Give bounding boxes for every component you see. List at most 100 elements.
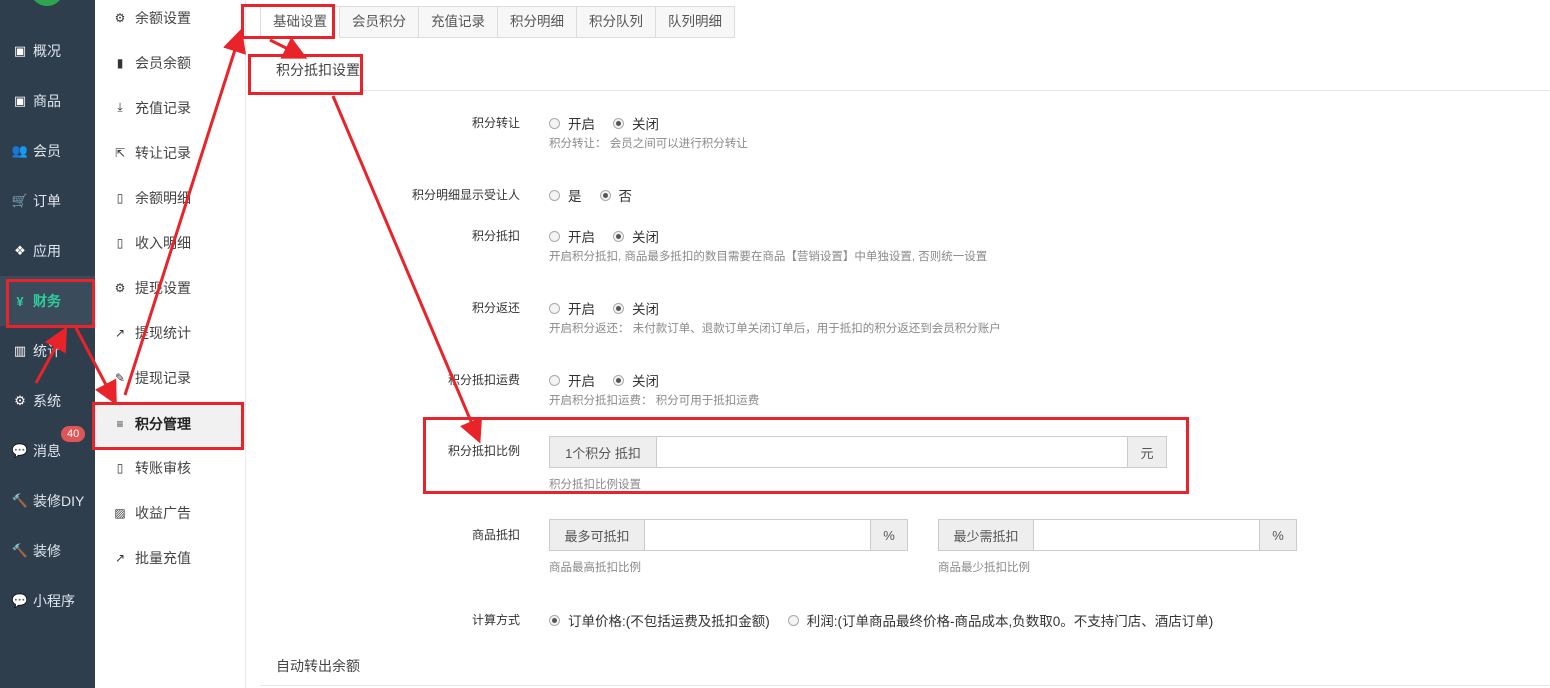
deduct-off-option[interactable]: 关闭 bbox=[613, 226, 659, 246]
nav-item-diy[interactable]: 🔨 装修DIY bbox=[0, 476, 95, 526]
radio-button[interactable] bbox=[549, 117, 560, 129]
show-receiver-radio-group: 是 否 bbox=[549, 185, 650, 205]
ratio-label: 积分抵扣比例 bbox=[447, 444, 520, 458]
cubes-icon: ❖ bbox=[14, 243, 26, 258]
sub-item-withdraw-stats[interactable]: ↗ 提现统计 bbox=[95, 310, 245, 355]
main-nav: ▣ 概况 ▣ 商品 👥 会员 🛒 订单 ❖ 应用 ¥ 财务 ▥ 统计 ⚙ 系统 💬 消息 🔨 装修D… bbox=[0, 0, 95, 688]
radio-button[interactable] bbox=[549, 614, 560, 626]
next-section-title: 自动转出余额 bbox=[276, 658, 360, 674]
message-count-badge: 40 bbox=[61, 426, 86, 442]
sub-item-income-details[interactable]: ▯ 收入明细 bbox=[95, 220, 245, 265]
sub-item-transfer-records[interactable]: ⇱ 转让记录 bbox=[95, 130, 245, 175]
show-receiver-no-option[interactable]: 否 bbox=[599, 185, 632, 205]
radio-button[interactable] bbox=[613, 302, 624, 314]
cart-icon: 🛒 bbox=[11, 193, 29, 208]
sub-item-recharge-records[interactable]: ⤓ 充值记录 bbox=[95, 85, 245, 130]
tab-bar: 基础设置 会员积分 充值记录 积分明细 积分队列 队列明细 bbox=[260, 6, 735, 38]
transfer-on-option[interactable]: 开启 bbox=[549, 113, 595, 133]
nav-item-goods[interactable]: ▣ 商品 bbox=[0, 76, 95, 126]
sub-item-withdraw-settings[interactable]: ⚙ 提现设置 bbox=[95, 265, 245, 310]
wechat-icon: 💬 bbox=[11, 593, 29, 608]
sub-item-member-balance[interactable]: ▮ 会员余额 bbox=[95, 40, 245, 85]
sub-item-revenue-ads[interactable]: ▨ 收益广告 bbox=[95, 490, 245, 535]
sub-item-balance-details[interactable]: ▯ 余额明细 bbox=[95, 175, 245, 220]
min-deduct-input-group: 最少需抵扣 % bbox=[938, 519, 1297, 551]
radio-button[interactable] bbox=[613, 117, 624, 129]
tab-basic-settings[interactable]: 基础设置 bbox=[260, 6, 340, 38]
sub-item-withdraw-records[interactable]: ✎ 提现记录 bbox=[95, 355, 245, 400]
section-title: 积分抵扣设置 bbox=[276, 62, 360, 78]
max-deduct-input[interactable] bbox=[644, 520, 871, 550]
file-icon: ▯ bbox=[116, 235, 124, 250]
transfer-label: 积分转让 bbox=[471, 116, 520, 130]
radio-button[interactable] bbox=[599, 189, 611, 201]
deduct-on-option[interactable]: 开启 bbox=[549, 226, 595, 246]
transfer-off-option[interactable]: 关闭 bbox=[613, 113, 659, 133]
gavel-icon: 🔨 bbox=[11, 543, 29, 558]
nav-item-system[interactable]: ⚙ 系统 bbox=[0, 376, 95, 426]
radio-button[interactable] bbox=[549, 230, 560, 242]
radio-button[interactable] bbox=[787, 614, 799, 626]
nav-item-finance[interactable]: ¥ 财务 bbox=[0, 276, 95, 326]
section-divider bbox=[260, 90, 1550, 91]
radio-button[interactable] bbox=[613, 230, 624, 242]
show-receiver-label: 积分明细显示受让人 bbox=[411, 188, 520, 202]
logo-icon bbox=[30, 0, 64, 6]
nav-item-members[interactable]: 👥 会员 bbox=[0, 126, 95, 176]
refund-off-option[interactable]: 关闭 bbox=[613, 298, 659, 318]
ratio-input-group: 1个积分 抵扣 元 bbox=[549, 436, 1167, 468]
users-icon: 👥 bbox=[11, 143, 29, 158]
radio-button[interactable] bbox=[549, 189, 560, 201]
nav-item-stats[interactable]: ▥ 统计 bbox=[0, 326, 95, 376]
line-chart-icon: ↗ bbox=[114, 550, 126, 565]
max-deduct-suffix: % bbox=[871, 520, 907, 550]
calc-radio-group: 订单价格:(不包括运费及抵扣金额) 利润:(订单商品最终价格-商品成本,负数取0… bbox=[549, 610, 1231, 630]
nav-item-overview[interactable]: ▣ 概况 bbox=[0, 26, 95, 76]
sub-item-bulk-recharge[interactable]: ↗ 批量充值 bbox=[95, 535, 245, 580]
goods-deduct-label: 商品抵扣 bbox=[471, 528, 520, 542]
ratio-suffix: 元 bbox=[1128, 437, 1166, 467]
calc-order-price-option[interactable]: 订单价格:(不包括运费及抵扣金额) bbox=[549, 610, 770, 630]
archive-icon: ▣ bbox=[13, 93, 27, 108]
tab-points-details[interactable]: 积分明细 bbox=[498, 6, 577, 38]
shipping-on-option[interactable]: 开启 bbox=[549, 370, 595, 390]
min-deduct-input[interactable] bbox=[1033, 520, 1260, 550]
tab-recharge-records[interactable]: 充值记录 bbox=[419, 6, 498, 38]
transfer-radio-group: 开启 关闭 bbox=[549, 113, 677, 133]
ratio-input[interactable] bbox=[656, 437, 1128, 467]
calc-profit-option[interactable]: 利润:(订单商品最终价格-商品成本,负数取0。不支持门店、酒店订单) bbox=[787, 610, 1213, 630]
gear-icon: ⚙ bbox=[114, 280, 126, 295]
gears-icon: ⚙ bbox=[14, 393, 26, 408]
sub-item-balance-settings[interactable]: ⚙ 余额设置 bbox=[95, 0, 245, 40]
gear-icon: ⚙ bbox=[114, 10, 126, 25]
shipping-off-option[interactable]: 关闭 bbox=[613, 370, 659, 390]
database-icon: ≡ bbox=[116, 416, 124, 431]
calc-label: 计算方式 bbox=[471, 613, 520, 627]
tab-points-queue[interactable]: 积分队列 bbox=[577, 6, 656, 38]
sub-item-transfer-review[interactable]: ▯ 转账审核 bbox=[95, 445, 245, 490]
refund-on-option[interactable]: 开启 bbox=[549, 298, 595, 318]
radio-button[interactable] bbox=[549, 374, 560, 386]
shipping-radio-group: 开启 关闭 bbox=[549, 370, 677, 390]
refund-label: 积分返还 bbox=[471, 301, 520, 315]
tab-member-points[interactable]: 会员积分 bbox=[340, 6, 419, 38]
sub-item-points-management[interactable]: ≡ 积分管理 bbox=[95, 401, 245, 446]
transfer-help: 积分转让： 会员之间可以进行积分转让 bbox=[549, 138, 748, 150]
radio-button[interactable] bbox=[549, 302, 560, 314]
show-receiver-yes-option[interactable]: 是 bbox=[549, 185, 582, 205]
radio-button[interactable] bbox=[613, 374, 624, 386]
image-icon: ▨ bbox=[114, 505, 126, 520]
nav-item-orders[interactable]: 🛒 订单 bbox=[0, 176, 95, 226]
min-deduct-help: 商品最少抵扣比例 bbox=[938, 562, 1030, 574]
nav-item-miniprogram[interactable]: 💬 小程序 bbox=[0, 576, 95, 626]
nav-item-apps[interactable]: ❖ 应用 bbox=[0, 226, 95, 276]
deduct-help: 开启积分抵扣, 商品最多抵扣的数目需要在商品【营销设置】中单独设置, 否则统一设… bbox=[549, 251, 988, 263]
tab-queue-details[interactable]: 队列明细 bbox=[656, 6, 735, 38]
nav-item-decor[interactable]: 🔨 装修 bbox=[0, 526, 95, 576]
deduct-radio-group: 开启 关闭 bbox=[549, 226, 677, 246]
book-icon: ▮ bbox=[116, 55, 124, 70]
comment-icon: 💬 bbox=[11, 443, 29, 458]
archive-icon: ▣ bbox=[13, 43, 27, 58]
file-icon: ▯ bbox=[116, 190, 124, 205]
refund-help: 开启积分返还： 未付款订单、退款订单关闭订单后，用于抵扣的积分返还到会员积分账户 bbox=[549, 323, 1001, 335]
